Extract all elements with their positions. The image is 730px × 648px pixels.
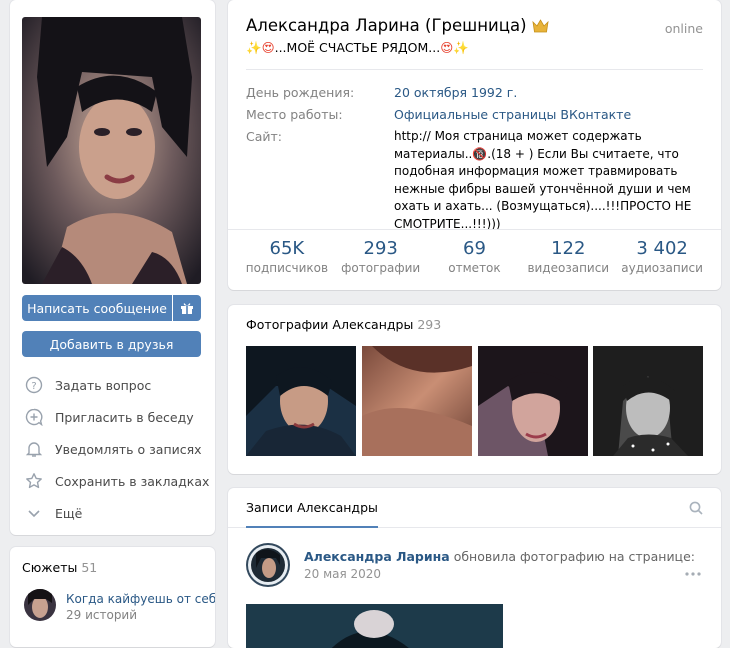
post-author-avatar[interactable]: [246, 543, 290, 587]
counter-num: 122: [551, 238, 586, 259]
divider: [246, 69, 703, 70]
wall-tab-label: Записи Александры: [246, 499, 378, 515]
send-message-label: Написать сообщение: [27, 300, 167, 316]
post-photo[interactable]: [246, 604, 503, 648]
bell-icon: [24, 439, 44, 459]
profile-status[interactable]: ✨😍...МОЁ СЧАСТЬЕ РЯДОМ...😍✨: [246, 40, 469, 56]
online-status: online: [664, 21, 703, 36]
heart-eyes-icon: 😍: [440, 40, 454, 55]
svg-text:?: ?: [31, 381, 36, 392]
profile-avatar[interactable]: [22, 17, 201, 284]
counter-videos[interactable]: 122 видеозаписи: [523, 238, 613, 275]
tab-wall-posts[interactable]: Записи Александры: [246, 488, 378, 528]
profile-name-text: Александра Ларина (Грешница): [246, 16, 527, 35]
wall-block: Записи Александры Александра Ларина обно…: [228, 488, 721, 648]
counter-num: 69: [463, 238, 486, 259]
work-value[interactable]: Официальные страницы ВКонтакте: [394, 107, 631, 122]
photos-title: Фотографии Александры: [246, 317, 414, 332]
counter-followers[interactable]: 65K подписчиков: [242, 238, 332, 275]
wall-tabs: Записи Александры: [228, 488, 721, 528]
sparkles-icon: ✨: [246, 40, 262, 55]
counter-num: 3 402: [636, 238, 688, 259]
post-date[interactable]: 20 мая 2020: [304, 567, 381, 581]
birthday-value[interactable]: 20 октября 1992 г.: [394, 85, 517, 100]
counter-num: 293: [363, 238, 398, 259]
divider: [228, 229, 721, 230]
gift-button[interactable]: [173, 295, 201, 321]
question-icon: ?: [24, 375, 44, 395]
story-thumb[interactable]: [24, 589, 56, 621]
counter-label: фотографии: [341, 261, 421, 275]
stories-count: 51: [81, 560, 98, 575]
counter-num: 65K: [269, 238, 305, 259]
ask-question-label: Задать вопрос: [55, 377, 152, 393]
chat-plus-icon: [24, 407, 44, 427]
photos-header[interactable]: Фотографии Александры 293: [246, 317, 441, 332]
notify-posts-label: Уведомлять о записях: [55, 441, 202, 457]
invite-chat-action[interactable]: Пригласить в беседу: [24, 402, 214, 432]
stories-title: Сюжеты: [22, 560, 78, 575]
photo-thumb[interactable]: [362, 346, 472, 456]
photo-thumb[interactable]: [593, 346, 703, 456]
profile-name: Александра Ларина (Грешница): [246, 16, 549, 37]
chevron-down-icon: [24, 503, 44, 523]
sparkles-icon: ✨: [453, 40, 469, 55]
add-friend-label: Добавить в друзья: [49, 336, 174, 352]
photo-thumb[interactable]: [478, 346, 588, 456]
crown-icon: [532, 18, 549, 37]
photo-thumb[interactable]: [246, 346, 356, 456]
notify-posts-action[interactable]: Уведомлять о записях: [24, 434, 214, 464]
ask-question-action[interactable]: ? Задать вопрос: [24, 370, 214, 400]
stories-header[interactable]: Сюжеты 51: [22, 560, 97, 575]
gift-icon: [181, 303, 193, 314]
heart-eyes-icon: 😍: [261, 40, 275, 55]
profile-counters: 65K подписчиков 293 фотографии 69 отметок 1…: [228, 238, 721, 275]
invite-chat-label: Пригласить в беседу: [55, 409, 194, 425]
send-message-button[interactable]: Написать сообщение: [22, 295, 172, 321]
photos-count: 293: [417, 317, 442, 332]
post-author-link[interactable]: Александра Ларина: [304, 549, 450, 564]
more-options-icon[interactable]: [685, 564, 701, 579]
bookmark-label: Сохранить в закладках: [55, 473, 210, 489]
site-label: Сайт:: [246, 129, 283, 144]
profile-status-text: ...МОЁ СЧАСТЬЕ РЯДОМ...: [274, 40, 441, 55]
search-icon[interactable]: [689, 501, 703, 518]
profile-left-column: Написать сообщение Добавить в друзья ? З…: [10, 0, 215, 535]
counter-audios[interactable]: 3 402 аудиозаписи: [617, 238, 707, 275]
more-label: Ещё: [55, 505, 83, 521]
stories-block: Сюжеты 51 Когда кайфуешь от себя. 29 исто…: [10, 547, 215, 647]
profile-info-card: Александра Ларина (Грешница) ✨😍...МОЁ СЧ…: [228, 0, 721, 290]
counter-label: отметок: [448, 261, 501, 275]
birthday-label: День рождения:: [246, 85, 355, 100]
counter-label: видеозаписи: [527, 261, 610, 275]
star-icon: [24, 471, 44, 491]
post-action-text: обновила фотографию на странице:: [453, 549, 695, 564]
counter-photos[interactable]: 293 фотографии: [336, 238, 426, 275]
site-value: http:// Моя страница может содержать мат…: [394, 129, 692, 231]
counter-tags[interactable]: 69 отметок: [429, 238, 519, 275]
add-friend-button[interactable]: Добавить в друзья: [22, 331, 201, 357]
story-item-sub: 29 историй: [66, 608, 138, 622]
story-item-title[interactable]: Когда кайфуешь от себя.: [66, 592, 215, 606]
counter-label: подписчиков: [245, 261, 329, 275]
counter-label: аудиозаписи: [621, 261, 703, 275]
post-header: Александра Ларина обновила фотографию на…: [304, 549, 695, 564]
work-label: Место работы:: [246, 107, 343, 122]
bookmark-action[interactable]: Сохранить в закладках: [24, 466, 214, 496]
more-action[interactable]: Ещё: [24, 498, 214, 528]
photos-block: Фотографии Александры 293: [228, 305, 721, 474]
